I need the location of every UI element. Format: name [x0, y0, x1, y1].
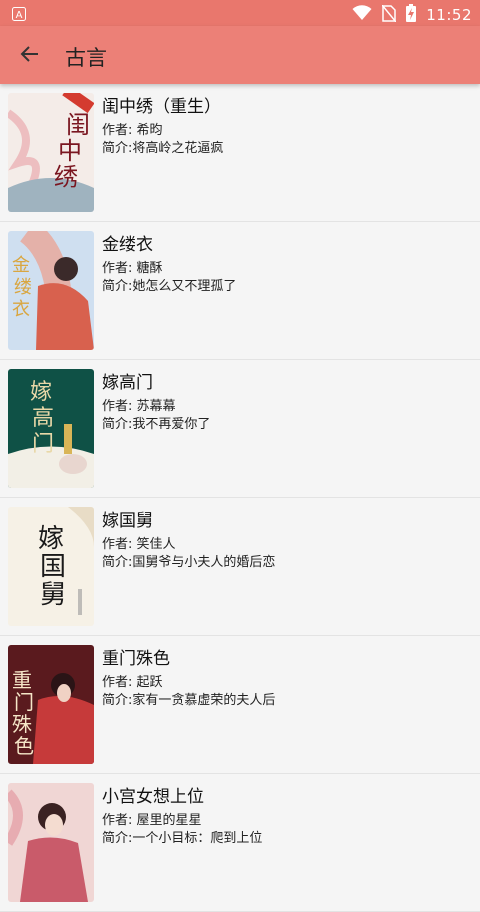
- svg-text:衣: 衣: [12, 299, 30, 320]
- svg-text:A: A: [16, 10, 23, 21]
- arrow-left-icon: [20, 44, 40, 68]
- cover-text: 闺: [66, 111, 90, 139]
- book-title: 重门殊色: [102, 649, 170, 669]
- book-author: 作者: 苏幕幕: [102, 399, 176, 414]
- book-author: 作者: 希昀: [102, 123, 163, 138]
- book-item[interactable]: 嫁 高 门 嫁高门 作者: 苏幕幕 简介:我不再爱你了: [0, 360, 480, 498]
- svg-text:舅: 舅: [40, 580, 66, 610]
- svg-text:绣: 绣: [54, 163, 78, 191]
- book-item[interactable]: 闺 中 绣 闺中绣（重生） 作者: 希昀 简介:将高岭之花逼疯: [0, 84, 480, 222]
- book-cover: 金 缕 衣: [8, 231, 94, 350]
- svg-text:重: 重: [12, 668, 32, 692]
- book-intro: 简介:一个小目标：爬到上位: [102, 831, 263, 846]
- book-author: 作者: 笑佳人: [102, 537, 176, 552]
- book-intro: 简介:将高岭之花逼疯: [102, 141, 224, 156]
- svg-text:殊: 殊: [12, 712, 32, 736]
- svg-text:嫁: 嫁: [38, 524, 64, 554]
- svg-text:高: 高: [32, 406, 54, 431]
- svg-text:缕: 缕: [14, 277, 32, 298]
- wifi-icon: [352, 5, 372, 25]
- svg-text:门: 门: [32, 432, 54, 457]
- book-item[interactable]: 重 门 殊 色 重门殊色 作者: 起跃 简介:家有一贪慕虚荣的夫人后: [0, 636, 480, 774]
- book-intro: 简介:我不再爱你了: [102, 417, 211, 432]
- book-cover: 嫁 高 门: [8, 369, 94, 488]
- no-sim-icon: [381, 4, 397, 26]
- svg-text:门: 门: [14, 690, 34, 714]
- book-title: 嫁高门: [102, 373, 153, 393]
- svg-text:金: 金: [12, 255, 30, 276]
- book-intro: 简介:家有一贪慕虚荣的夫人后: [102, 693, 276, 708]
- book-author: 作者: 屋里的星星: [102, 813, 202, 828]
- book-title: 闺中绣（重生）: [102, 97, 221, 117]
- book-author: 作者: 起跃: [102, 675, 163, 690]
- book-cover: 闺 中 绣: [8, 93, 94, 212]
- book-intro: 简介:国舅爷与小夫人的婚后恋: [102, 555, 276, 570]
- book-title: 小宫女想上位: [102, 787, 204, 807]
- book-item[interactable]: 小宫女想上位 作者: 屋里的星星 简介:一个小目标：爬到上位: [0, 774, 480, 912]
- status-bar: A 11:52: [0, 0, 480, 26]
- svg-text:中: 中: [58, 137, 82, 165]
- book-title: 金缕衣: [102, 235, 153, 255]
- book-author: 作者: 糖酥: [102, 261, 163, 276]
- battery-charging-icon: [406, 4, 417, 26]
- book-cover: 重 门 殊 色: [8, 645, 94, 764]
- book-item[interactable]: 金 缕 衣 金缕衣 作者: 糖酥 简介:她怎么又不理孤了: [0, 222, 480, 360]
- svg-text:嫁: 嫁: [30, 380, 52, 405]
- svg-text:国: 国: [40, 552, 66, 582]
- book-list: 闺 中 绣 闺中绣（重生） 作者: 希昀 简介:将高岭之花逼疯 金 缕 衣 金缕…: [0, 84, 480, 912]
- page-title: 古言: [65, 46, 107, 70]
- book-title: 嫁国舅: [102, 511, 153, 531]
- toolbar: 古言: [0, 26, 480, 84]
- app-notification-icon: A: [12, 6, 26, 21]
- back-button[interactable]: [14, 40, 46, 72]
- book-item[interactable]: 嫁 国 舅 嫁国舅 作者: 笑佳人 简介:国舅爷与小夫人的婚后恋: [0, 498, 480, 636]
- svg-text:色: 色: [14, 734, 34, 758]
- book-cover: 嫁 国 舅: [8, 507, 94, 626]
- status-time: 11:52: [426, 6, 472, 24]
- book-cover: [8, 783, 94, 902]
- book-intro: 简介:她怎么又不理孤了: [102, 279, 237, 294]
